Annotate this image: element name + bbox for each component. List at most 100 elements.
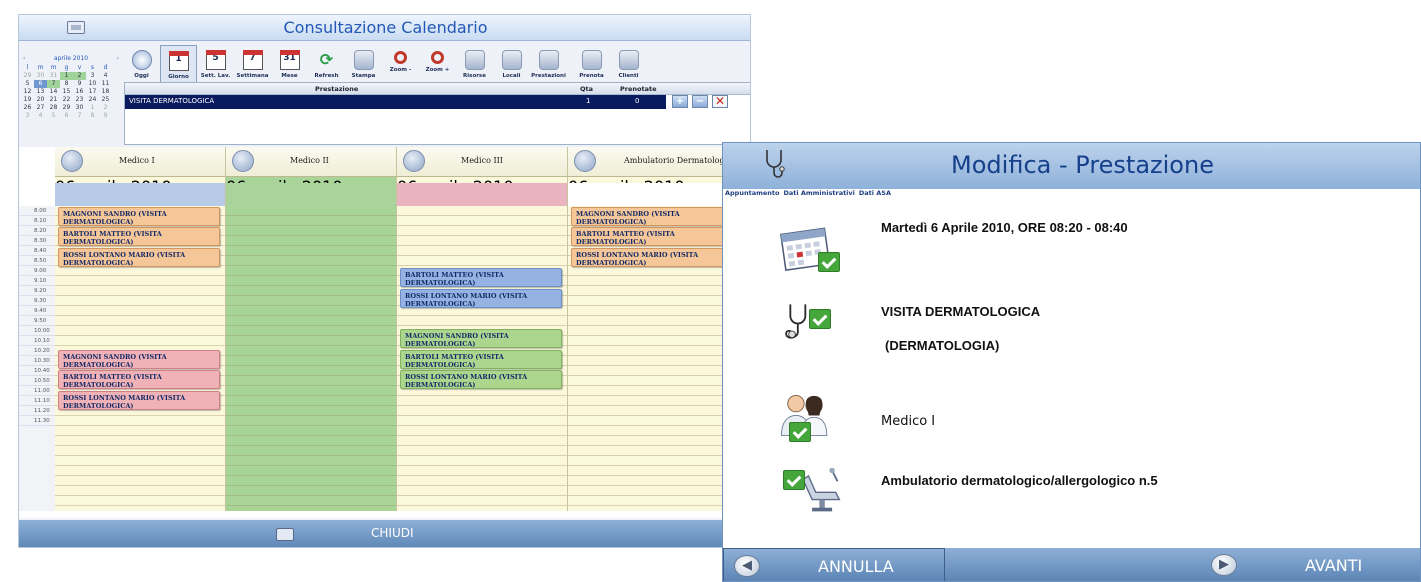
appointment-block[interactable]: ROSSI LONTANO MARIO (VISITA DERMATOLOGIC… (58, 390, 220, 410)
mini-calendar-day[interactable]: 1 (86, 104, 99, 112)
toolbar-button-label: Giorno (168, 74, 189, 80)
time-label: 9.30 (19, 296, 55, 306)
time-label: 11.00 (19, 386, 55, 396)
all-day-area[interactable] (55, 183, 225, 206)
appointment-block[interactable]: ROSSI LONTANO MARIO (VISITA DERMATOLOGIC… (400, 288, 562, 308)
toolbar-button-label: Zoom + (425, 67, 450, 73)
mini-calendar-day[interactable]: 1 (60, 72, 73, 80)
time-label: 9.40 (19, 306, 55, 316)
mini-calendar-day[interactable]: 3 (21, 112, 34, 120)
toolbar-button-label: Refresh (314, 73, 339, 79)
mini-calendar-day[interactable]: 4 (99, 72, 112, 80)
mini-calendar-day[interactable]: 30 (34, 72, 47, 80)
mini-calendar-day[interactable]: 16 (73, 88, 86, 96)
mini-calendar-day[interactable]: 12 (21, 88, 34, 96)
mini-calendar-day[interactable]: 10 (86, 80, 99, 88)
doctor-icon (61, 150, 83, 172)
mini-calendar: ‹ aprile 2010 › l m m g v s d 29 30 31 1 2 3 4 5 6 7 8 9 10… (21, 55, 121, 145)
mini-calendar-day[interactable]: 26 (21, 104, 34, 112)
appointment-block[interactable]: BARTOLI MATTEO (VISITA DERMATOLOGICA) (58, 227, 220, 247)
appointment-block[interactable]: MAGNONI SANDRO (VISITA DERMATOLOGICA) (571, 207, 746, 226)
mini-calendar-day[interactable]: 6 (60, 112, 73, 120)
mini-calendar-day[interactable]: 30 (73, 104, 86, 112)
check-icon (818, 252, 840, 272)
workweek-calendar-icon: 5 (205, 50, 226, 70)
toolbar-button-label: Prenota (579, 73, 604, 79)
toolbar-button-label: Clienti (618, 73, 639, 79)
mini-calendar-day[interactable]: 7 (73, 112, 86, 120)
appointment-block[interactable]: BARTOLI MATTEO (VISITA DERMATOLOGICA) (58, 370, 220, 390)
weekday-label: l (26, 64, 29, 71)
mini-calendar-day[interactable]: 21 (47, 96, 60, 104)
mini-calendar-day[interactable]: 28 (47, 104, 60, 112)
mini-calendar-day[interactable]: 5 (47, 112, 60, 120)
prev-month-icon[interactable]: ‹ (23, 55, 25, 62)
appointment-block[interactable]: ROSSI LONTANO MARIO (VISITA DERMATOLOGIC… (400, 370, 562, 390)
appointment-block[interactable]: MAGNONI SANDRO (VISITA DERMATOLOGICA) (400, 329, 562, 349)
mini-calendar-day[interactable]: 4 (34, 112, 47, 120)
appointment-block[interactable]: BARTOLI MATTEO (VISITA DERMATOLOGICA) (400, 349, 562, 369)
schedule-column-header[interactable]: Medico II (226, 147, 397, 177)
weekday-label: m (37, 64, 44, 71)
mini-calendar-day[interactable]: 29 (21, 72, 34, 80)
prestazione-grid-header: Prestazione Qta Prenotate (125, 83, 750, 95)
next-label: AVANTI (1305, 556, 1363, 575)
mini-calendar-day[interactable]: 9 (99, 112, 112, 120)
mini-calendar-day[interactable]: 24 (86, 96, 99, 104)
schedule-column[interactable]: 06 aprile 2010 (226, 177, 397, 511)
mini-calendar-day[interactable]: 2 (99, 104, 112, 112)
mini-calendar-day[interactable]: 2 (73, 72, 86, 80)
mini-calendar-day[interactable]: 15 (60, 88, 73, 96)
mini-calendar-day[interactable]: 27 (34, 104, 47, 112)
mini-calendar-day[interactable]: 8 (60, 80, 73, 88)
mini-calendar-day[interactable]: 13 (34, 88, 47, 96)
mini-calendar-day[interactable]: 8 (86, 112, 99, 120)
mini-calendar-day[interactable]: 31 (47, 72, 60, 80)
appointment-block[interactable]: ROSSI LONTANO MARIO (VISITA DERMATOLOGIC… (571, 247, 746, 267)
close-button[interactable]: CHIUDI (371, 526, 414, 540)
mini-calendar-day[interactable]: 3 (86, 72, 99, 80)
time-slots[interactable] (226, 206, 396, 511)
mini-calendar-day[interactable]: 22 (60, 96, 73, 104)
mini-calendar-day[interactable]: 23 (73, 96, 86, 104)
tab-dati-amministrativi[interactable]: Dati Amministrativi (783, 189, 854, 201)
prestazione-row[interactable]: VISITA DERMATOLOGICA 1 0 (125, 95, 666, 109)
mini-calendar-day[interactable]: 17 (86, 88, 99, 96)
next-month-icon[interactable]: › (117, 55, 119, 62)
prestazione-row-actions: + − ✕ (666, 95, 750, 109)
schedule-column-header[interactable]: Medico III (397, 147, 568, 177)
mini-calendar-day[interactable]: 6 (34, 80, 47, 88)
appointment-block[interactable]: ROSSI LONTANO MARIO (VISITA DERMATOLOGIC… (58, 247, 220, 267)
add-row-button[interactable]: + (672, 95, 688, 108)
appointment-block[interactable]: MAGNONI SANDRO (VISITA DERMATOLOGICA) (58, 207, 220, 226)
tab-dati-asa[interactable]: Dati ASA (859, 189, 891, 201)
mini-calendar-day[interactable]: 19 (21, 96, 34, 104)
delete-row-button[interactable]: ✕ (712, 95, 728, 108)
weekday-label: g (64, 64, 69, 71)
time-label: 10.40 (19, 366, 55, 376)
mini-calendar-grid: l m m g v s d 29 30 31 1 2 3 4 5 6 7 8 9 10 11 12 13 14 15 16 17 18… (21, 64, 121, 120)
mini-calendar-day[interactable]: 18 (99, 88, 112, 96)
mini-calendar-day[interactable]: 25 (99, 96, 112, 104)
mini-calendar-day[interactable]: 5 (21, 80, 34, 88)
appointment-block[interactable]: BARTOLI MATTEO (VISITA DERMATOLOGICA) (400, 268, 562, 288)
weekday-label: m (50, 64, 57, 71)
tab-appuntamento[interactable]: Appuntamento (725, 189, 779, 201)
mini-calendar-day[interactable]: 14 (47, 88, 60, 96)
appointment-block[interactable]: BARTOLI MATTEO (VISITA DERMATOLOGICA) (571, 227, 746, 247)
remove-row-button[interactable]: − (692, 95, 708, 108)
next-button[interactable]: ▶ AVANTI (1193, 548, 1420, 581)
time-label: 10.50 (19, 376, 55, 386)
schedule-column-header[interactable]: Medico I (55, 147, 226, 177)
mini-calendar-week: 5 6 7 8 9 10 11 (21, 80, 121, 88)
close-window-icon[interactable] (276, 528, 294, 541)
mini-calendar-day[interactable]: 29 (60, 104, 73, 112)
mini-calendar-day[interactable]: 7 (47, 80, 60, 88)
all-day-area[interactable] (397, 183, 567, 206)
mini-calendar-day[interactable]: 9 (73, 80, 86, 88)
mini-calendar-day[interactable]: 20 (34, 96, 47, 104)
appointment-block[interactable]: MAGNONI SANDRO (VISITA DERMATOLOGICA) (58, 349, 220, 369)
cancel-button[interactable]: ◀ ANNULLA (723, 548, 945, 581)
mini-calendar-day[interactable]: 11 (99, 80, 112, 88)
all-day-area[interactable] (226, 183, 396, 206)
